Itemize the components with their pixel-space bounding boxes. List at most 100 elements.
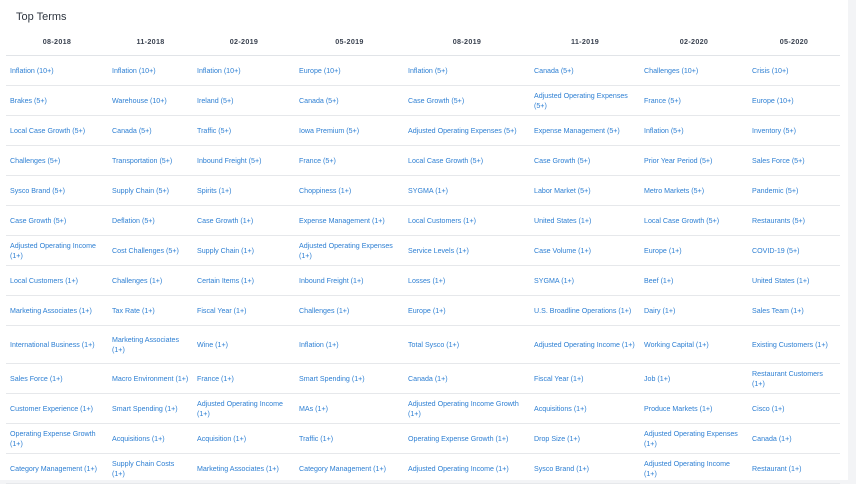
term-link[interactable]: Local Case Growth (5+) (644, 217, 719, 225)
term-link[interactable]: Prior Year Period (5+) (644, 157, 712, 165)
term-link[interactable]: Inflation (5+) (408, 67, 448, 75)
term-link[interactable]: Sysco Brand (5+) (10, 187, 65, 195)
term-link[interactable]: France (1+) (197, 375, 234, 383)
term-link[interactable]: Adjusted Operating Income (1+) (10, 242, 96, 260)
term-link[interactable]: Total Sysco (1+) (408, 341, 459, 349)
term-link[interactable]: Sales Force (5+) (752, 157, 805, 165)
term-link[interactable]: Europe (1+) (408, 307, 446, 315)
term-link[interactable]: Deflation (5+) (112, 217, 155, 225)
term-link[interactable]: Sysco Brand (1+) (534, 465, 589, 473)
term-link[interactable]: Adjusted Operating Income (1+) (534, 341, 635, 349)
term-link[interactable]: Acquisitions (1+) (112, 435, 165, 443)
term-link[interactable]: Case Volume (1+) (534, 247, 591, 255)
term-link[interactable]: Adjusted Operating Expenses (5+) (408, 127, 517, 135)
term-link[interactable]: Tax Rate (1+) (112, 307, 155, 315)
term-link[interactable]: Europe (10+) (752, 97, 794, 105)
term-link[interactable]: Expense Management (5+) (534, 127, 620, 135)
term-link[interactable]: Traffic (1+) (299, 435, 333, 443)
term-link[interactable]: Macro Environment (1+) (112, 375, 188, 383)
term-link[interactable]: U.S. Broadline Operations (1+) (534, 307, 631, 315)
term-link[interactable]: Crisis (10+) (752, 67, 788, 75)
term-link[interactable]: Case Growth (1+) (197, 217, 253, 225)
term-link[interactable]: COVID-19 (5+) (752, 247, 800, 255)
term-link[interactable]: Wine (1+) (197, 341, 228, 349)
term-link[interactable]: France (5+) (299, 157, 336, 165)
term-link[interactable]: Supply Chain (5+) (112, 187, 169, 195)
term-link[interactable]: Canada (5+) (112, 127, 152, 135)
term-link[interactable]: Local Customers (1+) (408, 217, 476, 225)
term-link[interactable]: Pandemic (5+) (752, 187, 798, 195)
term-link[interactable]: Smart Spending (1+) (299, 375, 365, 383)
term-link[interactable]: Canada (1+) (408, 375, 448, 383)
term-link[interactable]: Customer Experience (1+) (10, 405, 93, 413)
term-link[interactable]: Adjusted Operating Income (1+) (408, 465, 509, 473)
term-link[interactable]: Canada (5+) (299, 97, 339, 105)
term-link[interactable]: Certain Items (1+) (197, 277, 254, 285)
term-link[interactable]: Choppiness (1+) (299, 187, 351, 195)
term-link[interactable]: MAs (1+) (299, 405, 328, 413)
term-link[interactable]: Europe (1+) (644, 247, 682, 255)
term-link[interactable]: Working Capital (1+) (644, 341, 709, 349)
term-link[interactable]: Supply Chain Costs (1+) (112, 460, 174, 478)
term-link[interactable]: Inflation (5+) (644, 127, 684, 135)
term-link[interactable]: Inbound Freight (1+) (299, 277, 363, 285)
term-link[interactable]: Adjusted Operating Income Growth (1+) (408, 400, 519, 418)
term-link[interactable]: Inflation (10+) (197, 67, 241, 75)
term-link[interactable]: Spirits (1+) (197, 187, 232, 195)
term-link[interactable]: Existing Customers (1+) (752, 341, 828, 349)
term-link[interactable]: Sales Force (1+) (10, 375, 63, 383)
term-link[interactable]: Inflation (10+) (112, 67, 156, 75)
term-link[interactable]: Adjusted Operating Expenses (1+) (299, 242, 393, 260)
term-link[interactable]: Case Growth (5+) (10, 217, 66, 225)
term-link[interactable]: Traffic (5+) (197, 127, 231, 135)
term-link[interactable]: Adjusted Operating Income (1+) (644, 460, 730, 478)
term-link[interactable]: Restaurant Customers (1+) (752, 370, 823, 388)
term-link[interactable]: Supply Chain (1+) (197, 247, 254, 255)
term-link[interactable]: Local Customers (1+) (10, 277, 78, 285)
term-link[interactable]: Beef (1+) (644, 277, 673, 285)
term-link[interactable]: Fiscal Year (1+) (534, 375, 583, 383)
term-link[interactable]: Marketing Associates (1+) (10, 307, 92, 315)
term-link[interactable]: Inflation (1+) (299, 341, 339, 349)
term-link[interactable]: Adjusted Operating Expenses (5+) (534, 92, 628, 110)
term-link[interactable]: Losses (1+) (408, 277, 445, 285)
term-link[interactable]: Operating Expense Growth (1+) (10, 430, 96, 448)
term-link[interactable]: Category Management (1+) (10, 465, 97, 473)
term-link[interactable]: Labor Market (5+) (534, 187, 591, 195)
term-link[interactable]: SYGMA (1+) (534, 277, 574, 285)
term-link[interactable]: Restaurant (1+) (752, 465, 801, 473)
term-link[interactable]: SYGMA (1+) (408, 187, 448, 195)
term-link[interactable]: Cost Challenges (5+) (112, 247, 179, 255)
term-link[interactable]: Challenges (10+) (644, 67, 698, 75)
term-link[interactable]: Inbound Freight (5+) (197, 157, 261, 165)
term-link[interactable]: International Business (1+) (10, 341, 95, 349)
term-link[interactable]: Marketing Associates (1+) (112, 336, 179, 354)
term-link[interactable]: Canada (5+) (534, 67, 574, 75)
term-link[interactable]: United States (1+) (752, 277, 809, 285)
term-link[interactable]: Marketing Associates (1+) (197, 465, 279, 473)
term-link[interactable]: Smart Spending (1+) (112, 405, 178, 413)
term-link[interactable]: Expense Management (1+) (299, 217, 385, 225)
term-link[interactable]: Dairy (1+) (644, 307, 675, 315)
term-link[interactable]: France (5+) (644, 97, 681, 105)
term-link[interactable]: Case Growth (5+) (408, 97, 464, 105)
term-link[interactable]: Case Growth (5+) (534, 157, 590, 165)
term-link[interactable]: Cisco (1+) (752, 405, 785, 413)
term-link[interactable]: Challenges (5+) (10, 157, 60, 165)
term-link[interactable]: Produce Markets (1+) (644, 405, 712, 413)
term-link[interactable]: Service Levels (1+) (408, 247, 469, 255)
term-link[interactable]: Metro Markets (5+) (644, 187, 704, 195)
term-link[interactable]: Ireland (5+) (197, 97, 233, 105)
term-link[interactable]: Acquisitions (1+) (534, 405, 587, 413)
term-link[interactable]: Iowa Premium (5+) (299, 127, 359, 135)
term-link[interactable]: Operating Expense Growth (1+) (408, 435, 508, 443)
term-link[interactable]: Canada (1+) (752, 435, 792, 443)
term-link[interactable]: Europe (10+) (299, 67, 341, 75)
term-link[interactable]: Adjusted Operating Income (1+) (197, 400, 283, 418)
term-link[interactable]: Category Management (1+) (299, 465, 386, 473)
term-link[interactable]: Adjusted Operating Expenses (1+) (644, 430, 738, 448)
term-link[interactable]: Brakes (5+) (10, 97, 47, 105)
term-link[interactable]: Inventory (5+) (752, 127, 796, 135)
term-link[interactable]: Inflation (10+) (10, 67, 54, 75)
term-link[interactable]: Local Case Growth (5+) (408, 157, 483, 165)
